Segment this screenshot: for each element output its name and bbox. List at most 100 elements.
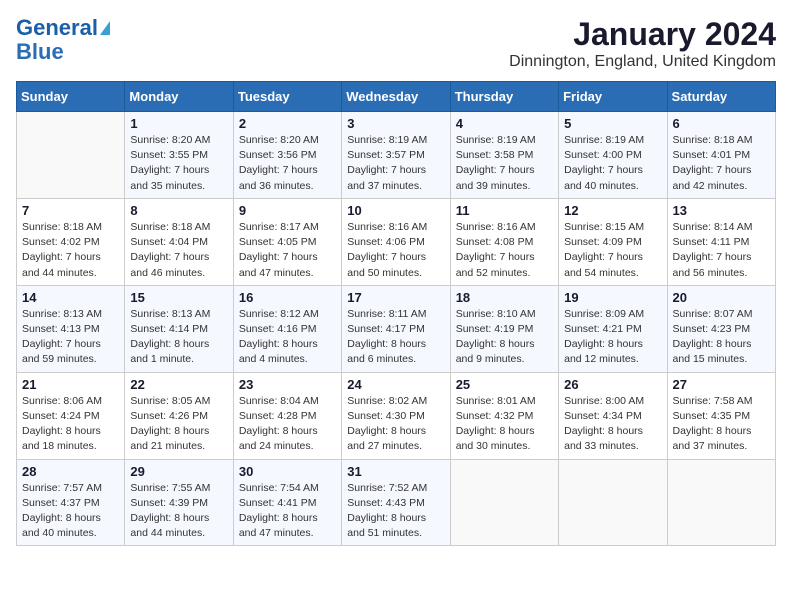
day-details: Sunrise: 8:11 AMSunset: 4:17 PMDaylight:… xyxy=(347,307,444,368)
table-row: 28 Sunrise: 7:57 AMSunset: 4:37 PMDayligh… xyxy=(17,459,125,546)
table-row: 21 Sunrise: 8:06 AMSunset: 4:24 PMDayligh… xyxy=(17,372,125,459)
day-details: Sunrise: 8:04 AMSunset: 4:28 PMDaylight:… xyxy=(239,394,336,455)
day-number: 19 xyxy=(564,290,661,305)
day-number: 13 xyxy=(673,203,770,218)
day-details: Sunrise: 8:19 AMSunset: 3:58 PMDaylight:… xyxy=(456,133,553,194)
day-number: 26 xyxy=(564,377,661,392)
day-number: 27 xyxy=(673,377,770,392)
day-number: 10 xyxy=(347,203,444,218)
day-details: Sunrise: 8:06 AMSunset: 4:24 PMDaylight:… xyxy=(22,394,119,455)
day-details: Sunrise: 8:18 AMSunset: 4:01 PMDaylight:… xyxy=(673,133,770,194)
day-number: 22 xyxy=(130,377,227,392)
table-row xyxy=(667,459,775,546)
location-text: Dinnington, England, United Kingdom xyxy=(509,53,776,71)
table-row: 19 Sunrise: 8:09 AMSunset: 4:21 PMDayligh… xyxy=(559,285,667,372)
day-details: Sunrise: 8:10 AMSunset: 4:19 PMDaylight:… xyxy=(456,307,553,368)
day-number: 29 xyxy=(130,464,227,479)
calendar-week-row: 1 Sunrise: 8:20 AMSunset: 3:55 PMDaylight… xyxy=(17,112,776,199)
day-number: 12 xyxy=(564,203,661,218)
table-row: 31Sunrise: 7:52 AMSunset: 4:43 PMDayligh… xyxy=(342,459,450,546)
day-number: 30 xyxy=(239,464,336,479)
day-details: Sunrise: 8:09 AMSunset: 4:21 PMDaylight:… xyxy=(564,307,661,368)
day-details: Sunrise: 8:19 AMSunset: 3:57 PMDaylight:… xyxy=(347,133,444,194)
page-header: General Blue January 2024 Dinnington, En… xyxy=(16,16,776,71)
table-row: 29 Sunrise: 7:55 AMSunset: 4:39 PMDayligh… xyxy=(125,459,233,546)
calendar-week-row: 14 Sunrise: 8:13 AMSunset: 4:13 PMDayligh… xyxy=(17,285,776,372)
day-number: 28 xyxy=(22,464,119,479)
table-row: 3 Sunrise: 8:19 AMSunset: 3:57 PMDaylight… xyxy=(342,112,450,199)
calendar-week-row: 28 Sunrise: 7:57 AMSunset: 4:37 PMDayligh… xyxy=(17,459,776,546)
day-details: Sunrise: 8:15 AMSunset: 4:09 PMDaylight:… xyxy=(564,220,661,281)
table-row: 11Sunrise: 8:16 AMSunset: 4:08 PMDayligh… xyxy=(450,198,558,285)
day-number: 5 xyxy=(564,116,661,131)
day-number: 24 xyxy=(347,377,444,392)
table-row xyxy=(17,112,125,199)
table-row: 22Sunrise: 8:05 AMSunset: 4:26 PMDayligh… xyxy=(125,372,233,459)
header-saturday: Saturday xyxy=(667,82,775,112)
day-details: Sunrise: 8:18 AMSunset: 4:02 PMDaylight:… xyxy=(22,220,119,281)
table-row: 27 Sunrise: 7:58 AMSunset: 4:35 PMDayligh… xyxy=(667,372,775,459)
day-number: 14 xyxy=(22,290,119,305)
day-number: 8 xyxy=(130,203,227,218)
day-details: Sunrise: 8:18 AMSunset: 4:04 PMDaylight:… xyxy=(130,220,227,281)
header-sunday: Sunday xyxy=(17,82,125,112)
table-row: 1 Sunrise: 8:20 AMSunset: 3:55 PMDaylight… xyxy=(125,112,233,199)
header-thursday: Thursday xyxy=(450,82,558,112)
header-tuesday: Tuesday xyxy=(233,82,341,112)
day-details: Sunrise: 8:02 AMSunset: 4:30 PMDaylight:… xyxy=(347,394,444,455)
header-friday: Friday xyxy=(559,82,667,112)
day-details: Sunrise: 7:57 AMSunset: 4:37 PMDaylight:… xyxy=(22,481,119,542)
day-details: Sunrise: 8:17 AMSunset: 4:05 PMDaylight:… xyxy=(239,220,336,281)
day-number: 6 xyxy=(673,116,770,131)
table-row: 9 Sunrise: 8:17 AMSunset: 4:05 PMDaylight… xyxy=(233,198,341,285)
day-details: Sunrise: 7:58 AMSunset: 4:35 PMDaylight:… xyxy=(673,394,770,455)
table-row: 16 Sunrise: 8:12 AMSunset: 4:16 PMDayligh… xyxy=(233,285,341,372)
calendar-title-area: January 2024 Dinnington, England, United… xyxy=(509,16,776,71)
day-details: Sunrise: 8:13 AMSunset: 4:14 PMDaylight:… xyxy=(130,307,227,368)
day-number: 15 xyxy=(130,290,227,305)
table-row xyxy=(559,459,667,546)
day-details: Sunrise: 8:16 AMSunset: 4:06 PMDaylight:… xyxy=(347,220,444,281)
day-number: 21 xyxy=(22,377,119,392)
day-number: 11 xyxy=(456,203,553,218)
calendar-week-row: 21 Sunrise: 8:06 AMSunset: 4:24 PMDayligh… xyxy=(17,372,776,459)
day-details: Sunrise: 8:14 AMSunset: 4:11 PMDaylight:… xyxy=(673,220,770,281)
day-number: 23 xyxy=(239,377,336,392)
day-number: 2 xyxy=(239,116,336,131)
day-number: 16 xyxy=(239,290,336,305)
day-details: Sunrise: 7:54 AMSunset: 4:41 PMDaylight:… xyxy=(239,481,336,542)
day-number: 18 xyxy=(456,290,553,305)
day-number: 17 xyxy=(347,290,444,305)
day-number: 9 xyxy=(239,203,336,218)
header-monday: Monday xyxy=(125,82,233,112)
table-row: 26 Sunrise: 8:00 AMSunset: 4:34 PMDayligh… xyxy=(559,372,667,459)
day-number: 31 xyxy=(347,464,444,479)
table-row: 18 Sunrise: 8:10 AMSunset: 4:19 PMDayligh… xyxy=(450,285,558,372)
table-row xyxy=(450,459,558,546)
day-details: Sunrise: 8:00 AMSunset: 4:34 PMDaylight:… xyxy=(564,394,661,455)
day-details: Sunrise: 8:01 AMSunset: 4:32 PMDaylight:… xyxy=(456,394,553,455)
table-row: 15 Sunrise: 8:13 AMSunset: 4:14 PMDayligh… xyxy=(125,285,233,372)
table-row: 2 Sunrise: 8:20 AMSunset: 3:56 PMDaylight… xyxy=(233,112,341,199)
day-number: 25 xyxy=(456,377,553,392)
month-title: January 2024 xyxy=(509,16,776,53)
day-details: Sunrise: 7:55 AMSunset: 4:39 PMDaylight:… xyxy=(130,481,227,542)
day-number: 1 xyxy=(130,116,227,131)
day-details: Sunrise: 8:13 AMSunset: 4:13 PMDaylight:… xyxy=(22,307,119,368)
day-number: 20 xyxy=(673,290,770,305)
table-row: 12 Sunrise: 8:15 AMSunset: 4:09 PMDayligh… xyxy=(559,198,667,285)
table-row: 8 Sunrise: 8:18 AMSunset: 4:04 PMDaylight… xyxy=(125,198,233,285)
day-details: Sunrise: 8:12 AMSunset: 4:16 PMDaylight:… xyxy=(239,307,336,368)
calendar-week-row: 7 Sunrise: 8:18 AMSunset: 4:02 PMDaylight… xyxy=(17,198,776,285)
day-details: Sunrise: 8:20 AMSunset: 3:56 PMDaylight:… xyxy=(239,133,336,194)
table-row: 17 Sunrise: 8:11 AMSunset: 4:17 PMDayligh… xyxy=(342,285,450,372)
table-row: 25 Sunrise: 8:01 AMSunset: 4:32 PMDayligh… xyxy=(450,372,558,459)
day-number: 3 xyxy=(347,116,444,131)
table-row: 5Sunrise: 8:19 AMSunset: 4:00 PMDaylight… xyxy=(559,112,667,199)
table-row: 30 Sunrise: 7:54 AMSunset: 4:41 PMDayligh… xyxy=(233,459,341,546)
day-number: 7 xyxy=(22,203,119,218)
table-row: 13 Sunrise: 8:14 AMSunset: 4:11 PMDayligh… xyxy=(667,198,775,285)
day-details: Sunrise: 8:20 AMSunset: 3:55 PMDaylight:… xyxy=(130,133,227,194)
table-row: 24 Sunrise: 8:02 AMSunset: 4:30 PMDayligh… xyxy=(342,372,450,459)
logo-text: General xyxy=(16,16,98,40)
